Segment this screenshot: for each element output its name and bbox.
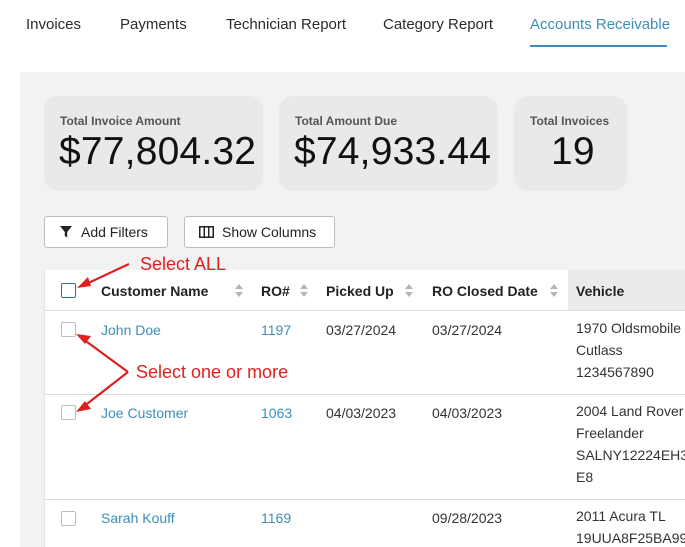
picked-up-date: 04/03/2023 bbox=[326, 405, 397, 421]
row-checkbox[interactable] bbox=[61, 511, 76, 526]
ro-closed-date: 09/28/2023 bbox=[432, 510, 503, 526]
select-one-annotation: Select one or more bbox=[136, 362, 289, 382]
show-columns-button[interactable]: Show Columns bbox=[184, 216, 335, 248]
column-vehicle[interactable]: Vehicle bbox=[576, 283, 624, 299]
total-invoice-amount-value: $77,804.32 bbox=[59, 130, 257, 173]
select-all-annotation: Select ALL bbox=[140, 254, 227, 274]
sort-customer-name-icon[interactable] bbox=[235, 283, 243, 299]
total-invoices-value: 19 bbox=[551, 130, 595, 173]
row-divider bbox=[45, 499, 685, 500]
row-checkbox[interactable] bbox=[61, 405, 76, 420]
total-invoices-label: Total Invoices bbox=[530, 114, 610, 128]
add-filters-label: Add Filters bbox=[81, 224, 148, 240]
report-tabs: Invoices Payments Technician Report Cate… bbox=[0, 0, 685, 50]
ro-number-link[interactable]: 1169 bbox=[261, 510, 291, 526]
vehicle-info: 1970 Oldsmobile Cutlass 1234567890 bbox=[576, 317, 681, 383]
customer-name-link[interactable]: John Doe bbox=[101, 322, 161, 338]
vehicle-line: E8 bbox=[576, 469, 594, 485]
column-ro-closed-date[interactable]: RO Closed Date bbox=[432, 283, 538, 299]
vehicle-line: Freelander bbox=[576, 425, 644, 441]
sort-ro-number-icon[interactable] bbox=[300, 283, 308, 299]
ro-number-link[interactable]: 1063 bbox=[261, 405, 292, 421]
total-invoice-amount-card: Total Invoice Amount $77,804.32 bbox=[44, 96, 263, 191]
accounts-receivable-table: Customer Name RO# Picked Up RO Closed Da… bbox=[44, 270, 685, 547]
tab-technician-report[interactable]: Technician Report bbox=[226, 16, 346, 33]
vehicle-line: SALNY12224EH3 bbox=[576, 447, 685, 463]
show-columns-label: Show Columns bbox=[222, 224, 317, 240]
row-checkbox[interactable] bbox=[61, 322, 76, 337]
ro-closed-date: 04/03/2023 bbox=[432, 405, 503, 421]
filter-icon bbox=[60, 226, 72, 238]
vehicle-line: 1234567890 bbox=[576, 364, 654, 380]
row-divider bbox=[45, 394, 685, 395]
sort-picked-up-icon[interactable] bbox=[405, 283, 413, 299]
add-filters-button[interactable]: Add Filters bbox=[44, 216, 168, 248]
column-customer-name[interactable]: Customer Name bbox=[101, 283, 208, 299]
total-invoice-amount-label: Total Invoice Amount bbox=[60, 114, 181, 128]
table-header: Customer Name RO# Picked Up RO Closed Da… bbox=[45, 270, 685, 311]
tab-payments[interactable]: Payments bbox=[120, 16, 187, 33]
report-content: Total Invoice Amount $77,804.32 Total Am… bbox=[20, 72, 685, 547]
ro-number-link[interactable]: 1197 bbox=[261, 322, 291, 338]
total-invoices-card: Total Invoices 19 bbox=[514, 96, 627, 191]
vehicle-line: 19UUA8F25BA99 bbox=[576, 530, 685, 546]
column-ro-number[interactable]: RO# bbox=[261, 283, 290, 299]
total-amount-due-value: $74,933.44 bbox=[294, 130, 492, 173]
column-picked-up[interactable]: Picked Up bbox=[326, 283, 394, 299]
columns-icon bbox=[199, 226, 214, 238]
ro-closed-date: 03/27/2024 bbox=[432, 322, 503, 338]
vehicle-line: 2004 Land Rover bbox=[576, 403, 684, 419]
total-amount-due-card: Total Amount Due $74,933.44 bbox=[279, 96, 498, 191]
vehicle-line: 1970 Oldsmobile bbox=[576, 320, 682, 336]
vehicle-info: 2004 Land Rover Freelander SALNY12224EH3… bbox=[576, 400, 685, 488]
sort-ro-closed-date-icon[interactable] bbox=[550, 283, 558, 299]
customer-name-link[interactable]: Joe Customer bbox=[101, 405, 188, 421]
picked-up-date: 03/27/2024 bbox=[326, 322, 397, 338]
vehicle-line: 2011 Acura TL bbox=[576, 508, 666, 524]
active-tab-indicator bbox=[530, 45, 667, 47]
tab-category-report[interactable]: Category Report bbox=[383, 16, 493, 33]
total-amount-due-label: Total Amount Due bbox=[295, 114, 397, 128]
select-all-checkbox[interactable] bbox=[61, 283, 76, 298]
tab-accounts-receivable[interactable]: Accounts Receivable bbox=[530, 16, 670, 33]
tab-invoices[interactable]: Invoices bbox=[26, 16, 81, 33]
vehicle-info: 2011 Acura TL 19UUA8F25BA99 bbox=[576, 505, 685, 547]
vehicle-line: Cutlass bbox=[576, 342, 623, 358]
customer-name-link[interactable]: Sarah Kouff bbox=[101, 510, 175, 526]
